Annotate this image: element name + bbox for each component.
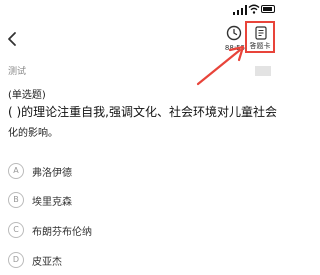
option-label: 布朗芬布伦纳 <box>32 227 92 238</box>
clock-icon <box>226 25 242 41</box>
question-type: (单选题) <box>8 90 46 101</box>
option-label: 皮亚杰 <box>32 257 62 268</box>
signal-icon <box>233 5 247 15</box>
question-text: ( )的理论注重自我,强调文化、社会环境对儿童社会 <box>8 105 277 119</box>
section-placeholder <box>255 66 271 76</box>
annotation-arrow <box>196 45 245 86</box>
question-text-tail: 化的影响。 <box>8 128 58 139</box>
option-a[interactable]: A 弗洛伊德 <box>8 163 208 181</box>
wifi-icon <box>248 4 260 14</box>
option-marker: C <box>8 222 24 238</box>
option-d[interactable]: D 皮亚杰 <box>8 252 208 270</box>
option-b[interactable]: B 埃里克森 <box>8 192 208 210</box>
option-marker: B <box>8 192 24 208</box>
option-label: 弗洛伊德 <box>32 168 72 179</box>
option-marker: A <box>8 163 24 179</box>
battery-icon <box>261 5 275 13</box>
option-c[interactable]: C 布朗芬布伦纳 <box>8 222 208 240</box>
section-label: 测试 <box>8 67 27 77</box>
answer-sheet-icon <box>255 26 267 40</box>
option-label: 埃里克森 <box>32 197 72 208</box>
back-arrow-icon[interactable] <box>6 30 20 48</box>
option-marker: D <box>8 252 24 268</box>
